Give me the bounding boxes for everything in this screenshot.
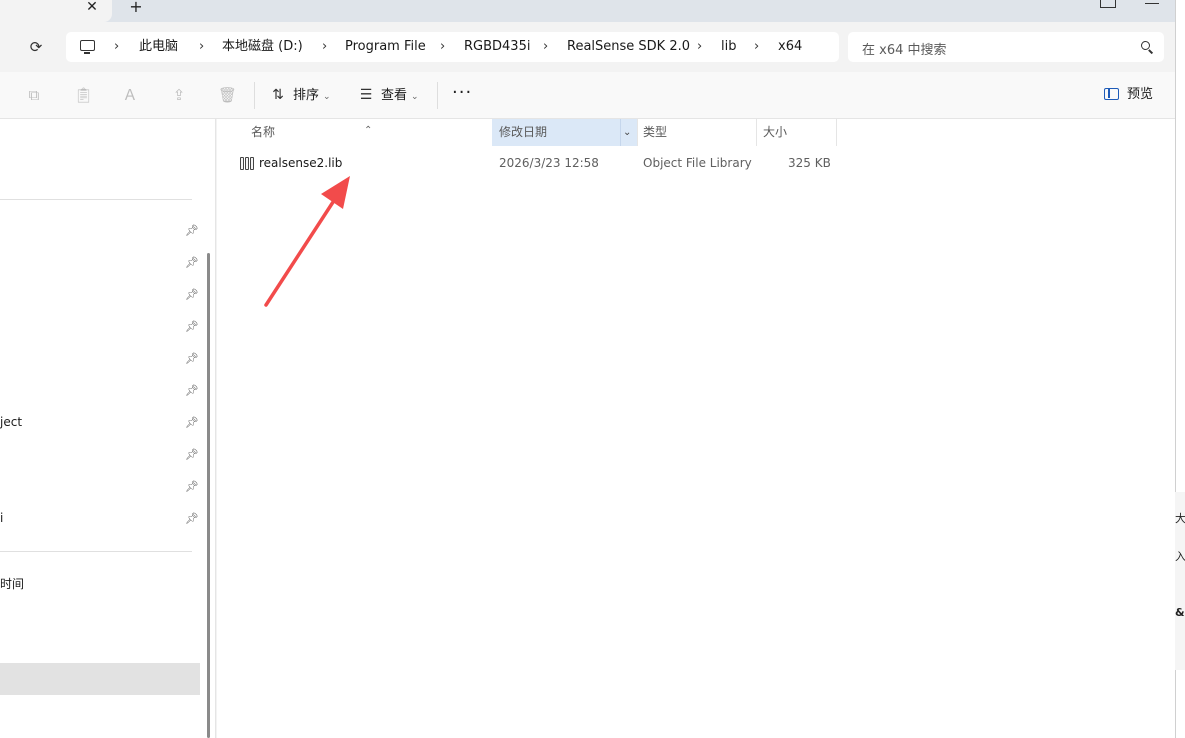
chevron-down-icon: ⌄ (323, 92, 331, 102)
breadcrumb-local-disk-d[interactable]: 本地磁盘 (D:) (222, 38, 303, 56)
pin-icon[interactable]: 📌︎ (185, 416, 199, 430)
search-placeholder: 在 x64 中搜索 (862, 43, 947, 58)
column-filter-chevron-icon[interactable]: ⌄ (623, 119, 631, 146)
column-size-label: 大小 (763, 125, 788, 139)
breadcrumb-rgbd435i[interactable]: RGBD435i (464, 38, 530, 56)
breadcrumb-chevron-icon[interactable]: › (199, 38, 204, 56)
chevron-down-icon: ⌄ (411, 92, 419, 102)
view-list-icon: ☰ (359, 87, 373, 103)
pin-icon[interactable]: 📌︎ (185, 384, 199, 398)
nav-scrollbar[interactable] (207, 253, 210, 738)
delete-icon[interactable]: 🗑︎ (218, 86, 237, 104)
pin-icon[interactable]: 📌︎ (185, 448, 199, 462)
more-options-button[interactable]: ··· (452, 82, 472, 104)
background-text: 大 (1175, 512, 1185, 525)
toolbar-divider (437, 82, 438, 109)
breadcrumb-x64[interactable]: x64 (778, 38, 802, 56)
computer-icon (80, 40, 95, 54)
breadcrumb-chevron-icon[interactable]: › (322, 38, 327, 56)
sort-ascending-icon: ⌃ (364, 125, 373, 136)
toolbar-divider (254, 82, 255, 109)
annotation-arrow-shaft (264, 197, 337, 307)
address-bar[interactable]: › 此电脑 › 本地磁盘 (D:) › Program File › RGBD4… (66, 32, 839, 62)
column-separator[interactable] (620, 119, 621, 146)
annotation-arrow (264, 176, 350, 307)
nav-item-project[interactable]: ject (0, 415, 22, 429)
sort-icon: ⇅ (272, 87, 284, 103)
column-modified-label: 修改日期 (499, 125, 548, 139)
pin-icon[interactable]: 📌︎ (185, 224, 199, 238)
breadcrumb-chevron-icon[interactable]: › (543, 38, 548, 56)
sort-label: 排序 (293, 88, 320, 103)
tab-current[interactable]: ✕ (0, 0, 112, 22)
tab-strip: ✕ + (0, 0, 1185, 22)
column-header-modified[interactable]: 修改日期 ⌄ (492, 119, 637, 146)
breadcrumb-chevron-icon[interactable]: › (114, 38, 119, 56)
sort-button[interactable]: ⇅ 排序 ⌄ (269, 84, 331, 106)
paste-icon[interactable]: 📋︎ (74, 86, 93, 104)
copy-icon[interactable]: ⧉ (25, 86, 43, 104)
close-window-icon[interactable] (1145, 0, 1159, 4)
command-bar: ⧉ 📋︎ Ａ ⇪ 🗑︎ ⇅ 排序 ⌄ ☰ 查看 ⌄ ··· 预览 (0, 72, 1185, 119)
breadcrumb-this-pc[interactable]: 此电脑 (139, 38, 178, 56)
breadcrumb-chevron-icon[interactable]: › (754, 38, 759, 56)
nav-item-time[interactable]: 时间 (0, 575, 24, 592)
navigation-pane: 📌︎ 📌︎ 📌︎ 📌︎ 📌︎ 📌︎ 📌︎ 📌︎ 📌︎ 📌︎ ject i 时间 (0, 119, 216, 738)
column-header-name[interactable]: 名称 ⌃ (217, 119, 492, 146)
share-icon[interactable]: ⇪ (170, 86, 188, 104)
pin-icon[interactable]: 📌︎ (185, 320, 199, 334)
background-text: 入 (1175, 550, 1185, 563)
preview-pane-button[interactable]: 预览 (1104, 84, 1153, 106)
breadcrumb-realsense-sdk[interactable]: RealSense SDK 2.0 (567, 38, 690, 56)
file-type: Object File Library (643, 156, 752, 170)
view-button[interactable]: ☰ 查看 ⌄ (357, 84, 419, 106)
nav-divider (0, 551, 192, 552)
file-size: 325 KB (788, 156, 831, 170)
column-separator[interactable] (836, 119, 837, 146)
pin-icon[interactable]: 📌︎ (185, 288, 199, 302)
close-tab-icon[interactable]: ✕ (84, 0, 100, 16)
breadcrumb-program-file[interactable]: Program File (345, 38, 426, 56)
refresh-icon[interactable]: ⟳ (26, 37, 46, 57)
search-input[interactable]: 在 x64 中搜索 (848, 32, 1164, 62)
restore-window-icon[interactable] (1100, 0, 1116, 8)
new-tab-icon[interactable]: + (128, 0, 144, 16)
file-row[interactable]: realsense2.lib 2026/3/23 12:58 Object Fi… (235, 153, 835, 175)
file-modified: 2026/3/23 12:58 (499, 156, 599, 170)
rename-icon[interactable]: Ａ (121, 86, 139, 104)
column-name-label: 名称 (251, 125, 276, 139)
background-text: & (1175, 606, 1185, 619)
pin-icon[interactable]: 📌︎ (185, 480, 199, 494)
annotation-arrow-head (321, 176, 350, 209)
column-type-label: 类型 (643, 125, 668, 139)
nav-item-selected[interactable] (0, 663, 200, 695)
pin-icon[interactable]: 📌︎ (185, 512, 199, 526)
pin-icon[interactable]: 📌︎ (185, 352, 199, 366)
nav-divider (0, 199, 192, 200)
column-header-size[interactable]: 大小 (756, 119, 836, 146)
background-window-strip: 大 入 & (1175, 492, 1185, 670)
pin-icon[interactable]: 📌︎ (185, 256, 199, 270)
search-icon[interactable] (1141, 41, 1150, 50)
breadcrumb-lib[interactable]: lib (721, 38, 736, 56)
nav-item-partial[interactable]: i (0, 511, 3, 525)
library-file-icon (240, 157, 254, 170)
address-row: ⟳ › 此电脑 › 本地磁盘 (D:) › Program File › RGB… (0, 22, 1185, 72)
file-name[interactable]: realsense2.lib (259, 156, 342, 170)
breadcrumb-chevron-icon[interactable]: › (440, 38, 445, 56)
preview-label: 预览 (1127, 87, 1154, 102)
file-list-pane: 名称 ⌃ 修改日期 ⌄ 类型 大小 realsense2.lib 2026/3/… (217, 119, 1175, 738)
preview-pane-icon (1104, 88, 1119, 100)
breadcrumb-chevron-icon[interactable]: › (697, 38, 702, 56)
view-label: 查看 (381, 88, 408, 103)
column-header-type[interactable]: 类型 (637, 119, 756, 146)
